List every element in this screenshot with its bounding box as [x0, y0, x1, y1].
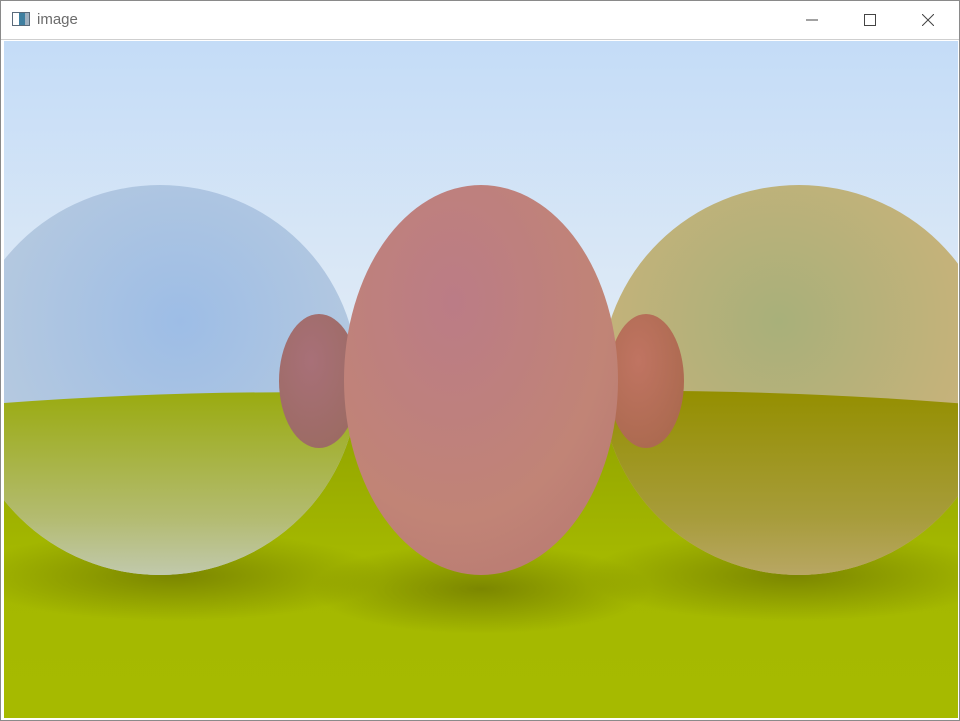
- window-title: image: [37, 11, 78, 28]
- raytraced-scene: [4, 41, 958, 718]
- maximize-button[interactable]: [841, 1, 899, 39]
- close-button[interactable]: [899, 1, 957, 39]
- close-icon: [922, 14, 934, 26]
- title-bar[interactable]: image: [1, 1, 959, 40]
- minimize-icon: [806, 19, 818, 21]
- reflected-sphere-right: [608, 314, 684, 448]
- rendered-image: [4, 41, 958, 718]
- minimize-button[interactable]: [783, 1, 841, 39]
- image-window: image: [0, 0, 960, 721]
- center-diffuse-sphere: [344, 185, 618, 575]
- image-viewer-icon: [12, 12, 30, 26]
- maximize-icon: [864, 14, 876, 26]
